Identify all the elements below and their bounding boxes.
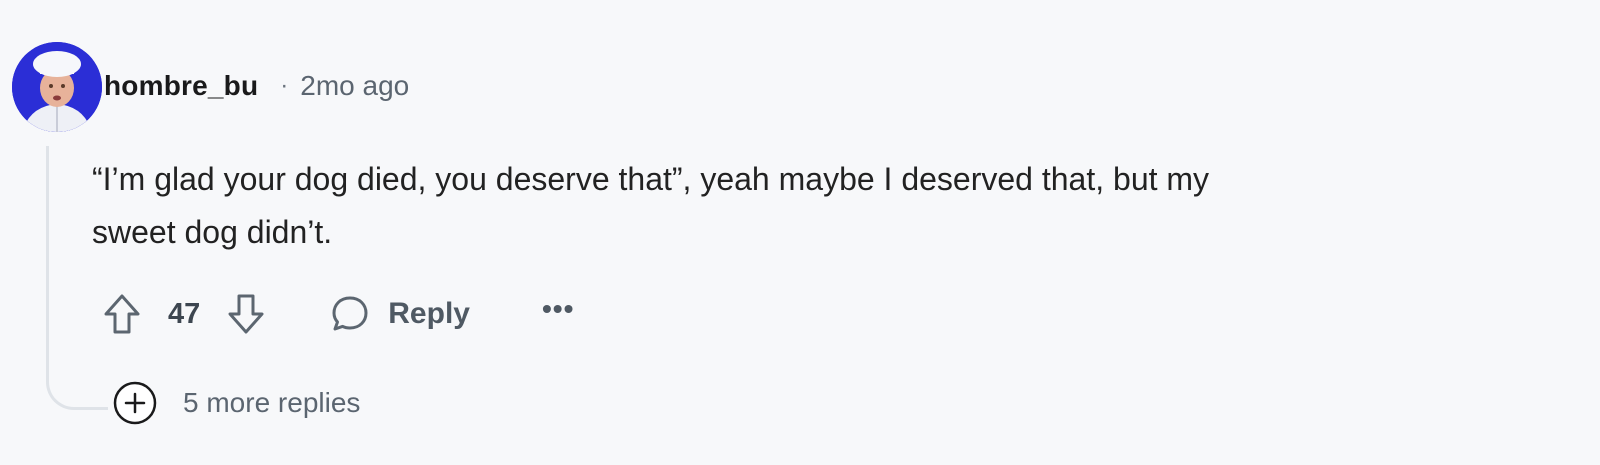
more-replies-label: 5 more replies [183, 387, 361, 418]
more-options-button[interactable]: ••• [542, 293, 574, 325]
downvote-button[interactable] [224, 292, 268, 336]
reply-button[interactable]: Reply [330, 294, 470, 334]
reply-button-label: Reply [388, 297, 470, 330]
upvote-arrow-icon [104, 294, 140, 334]
speech-bubble-icon [332, 296, 368, 331]
comment-body-line: sweet dog didn’t. [92, 214, 333, 250]
avatar[interactable] [12, 42, 102, 132]
meta-separator: · [280, 72, 289, 99]
comment-timestamp[interactable]: 2mo ago [300, 70, 409, 102]
comment-body-line: “I’m glad your dog died, you deserve tha… [92, 161, 1210, 197]
avatar-image [12, 42, 102, 132]
downvote-arrow-icon [228, 294, 264, 334]
more-replies-button[interactable]: 5 more replies [112, 381, 360, 425]
vote-score: 47 [168, 297, 201, 330]
author-username[interactable]: hombre_bu [104, 70, 258, 102]
comment-header: hombre_bu · 2mo ago [104, 64, 409, 108]
plus-circle-icon [113, 381, 157, 425]
comment: hombre_bu · 2mo ago “I’m glad your dog d… [0, 0, 1600, 465]
comment-actions: 47 Reply ••• [100, 288, 574, 340]
upvote-button[interactable] [100, 292, 144, 336]
comment-body: “I’m glad your dog died, you deserve tha… [92, 153, 1552, 259]
